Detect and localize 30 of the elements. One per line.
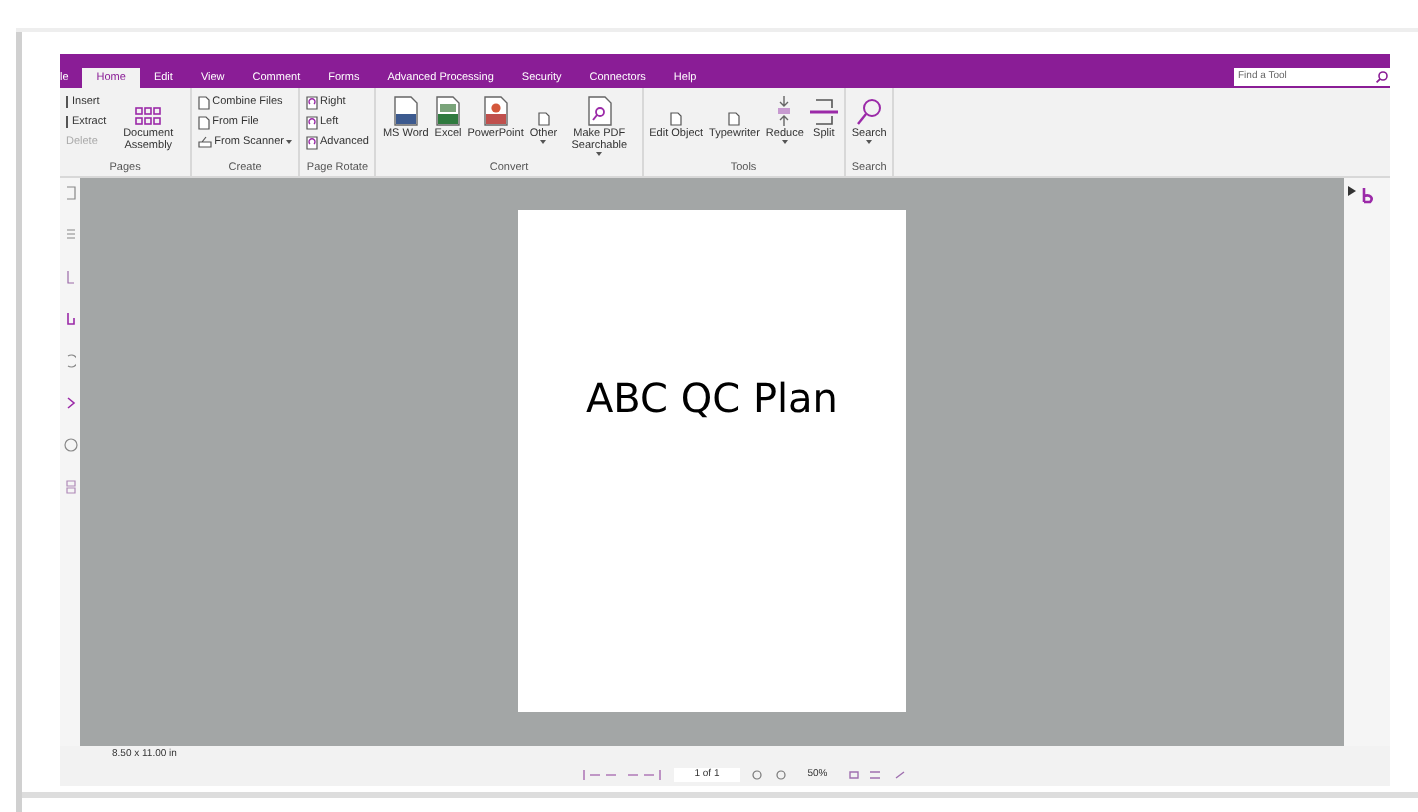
- expand-arrow-icon[interactable]: [1348, 186, 1356, 197]
- document-icon: [670, 111, 683, 126]
- document-icon: [537, 111, 550, 126]
- compress-icon: [774, 95, 795, 126]
- view-mode-icon[interactable]: [847, 769, 908, 780]
- rotate-page-icon: [305, 135, 318, 150]
- search-icon: [856, 97, 883, 126]
- circle-icon[interactable]: [63, 438, 77, 453]
- presentation-document-icon: [483, 95, 508, 126]
- spreadsheet-document-icon: [436, 95, 460, 126]
- grid-icon: [134, 105, 163, 126]
- page-navigation-icon[interactable]: [582, 769, 663, 780]
- caret-icon: [866, 139, 873, 144]
- caret-icon: [285, 140, 292, 145]
- split-icon: [809, 97, 838, 126]
- search-document-icon: [587, 95, 612, 126]
- list-icon[interactable]: [65, 228, 75, 243]
- caret-icon: [781, 139, 788, 144]
- rotate-page-icon: [305, 95, 318, 110]
- chevron-icon[interactable]: [65, 396, 75, 411]
- search-icon[interactable]: [1374, 67, 1390, 86]
- rotate-page-icon: [305, 115, 318, 130]
- document-title: ABC QC Plan: [586, 374, 838, 423]
- word-document-icon: [393, 95, 418, 126]
- zoom-icon[interactable]: [751, 769, 788, 780]
- document-icon: [728, 111, 741, 126]
- caret-icon: [540, 139, 547, 144]
- scanner-icon: [198, 136, 213, 149]
- caret-icon: [596, 151, 603, 156]
- layers-icon[interactable]: [65, 480, 75, 495]
